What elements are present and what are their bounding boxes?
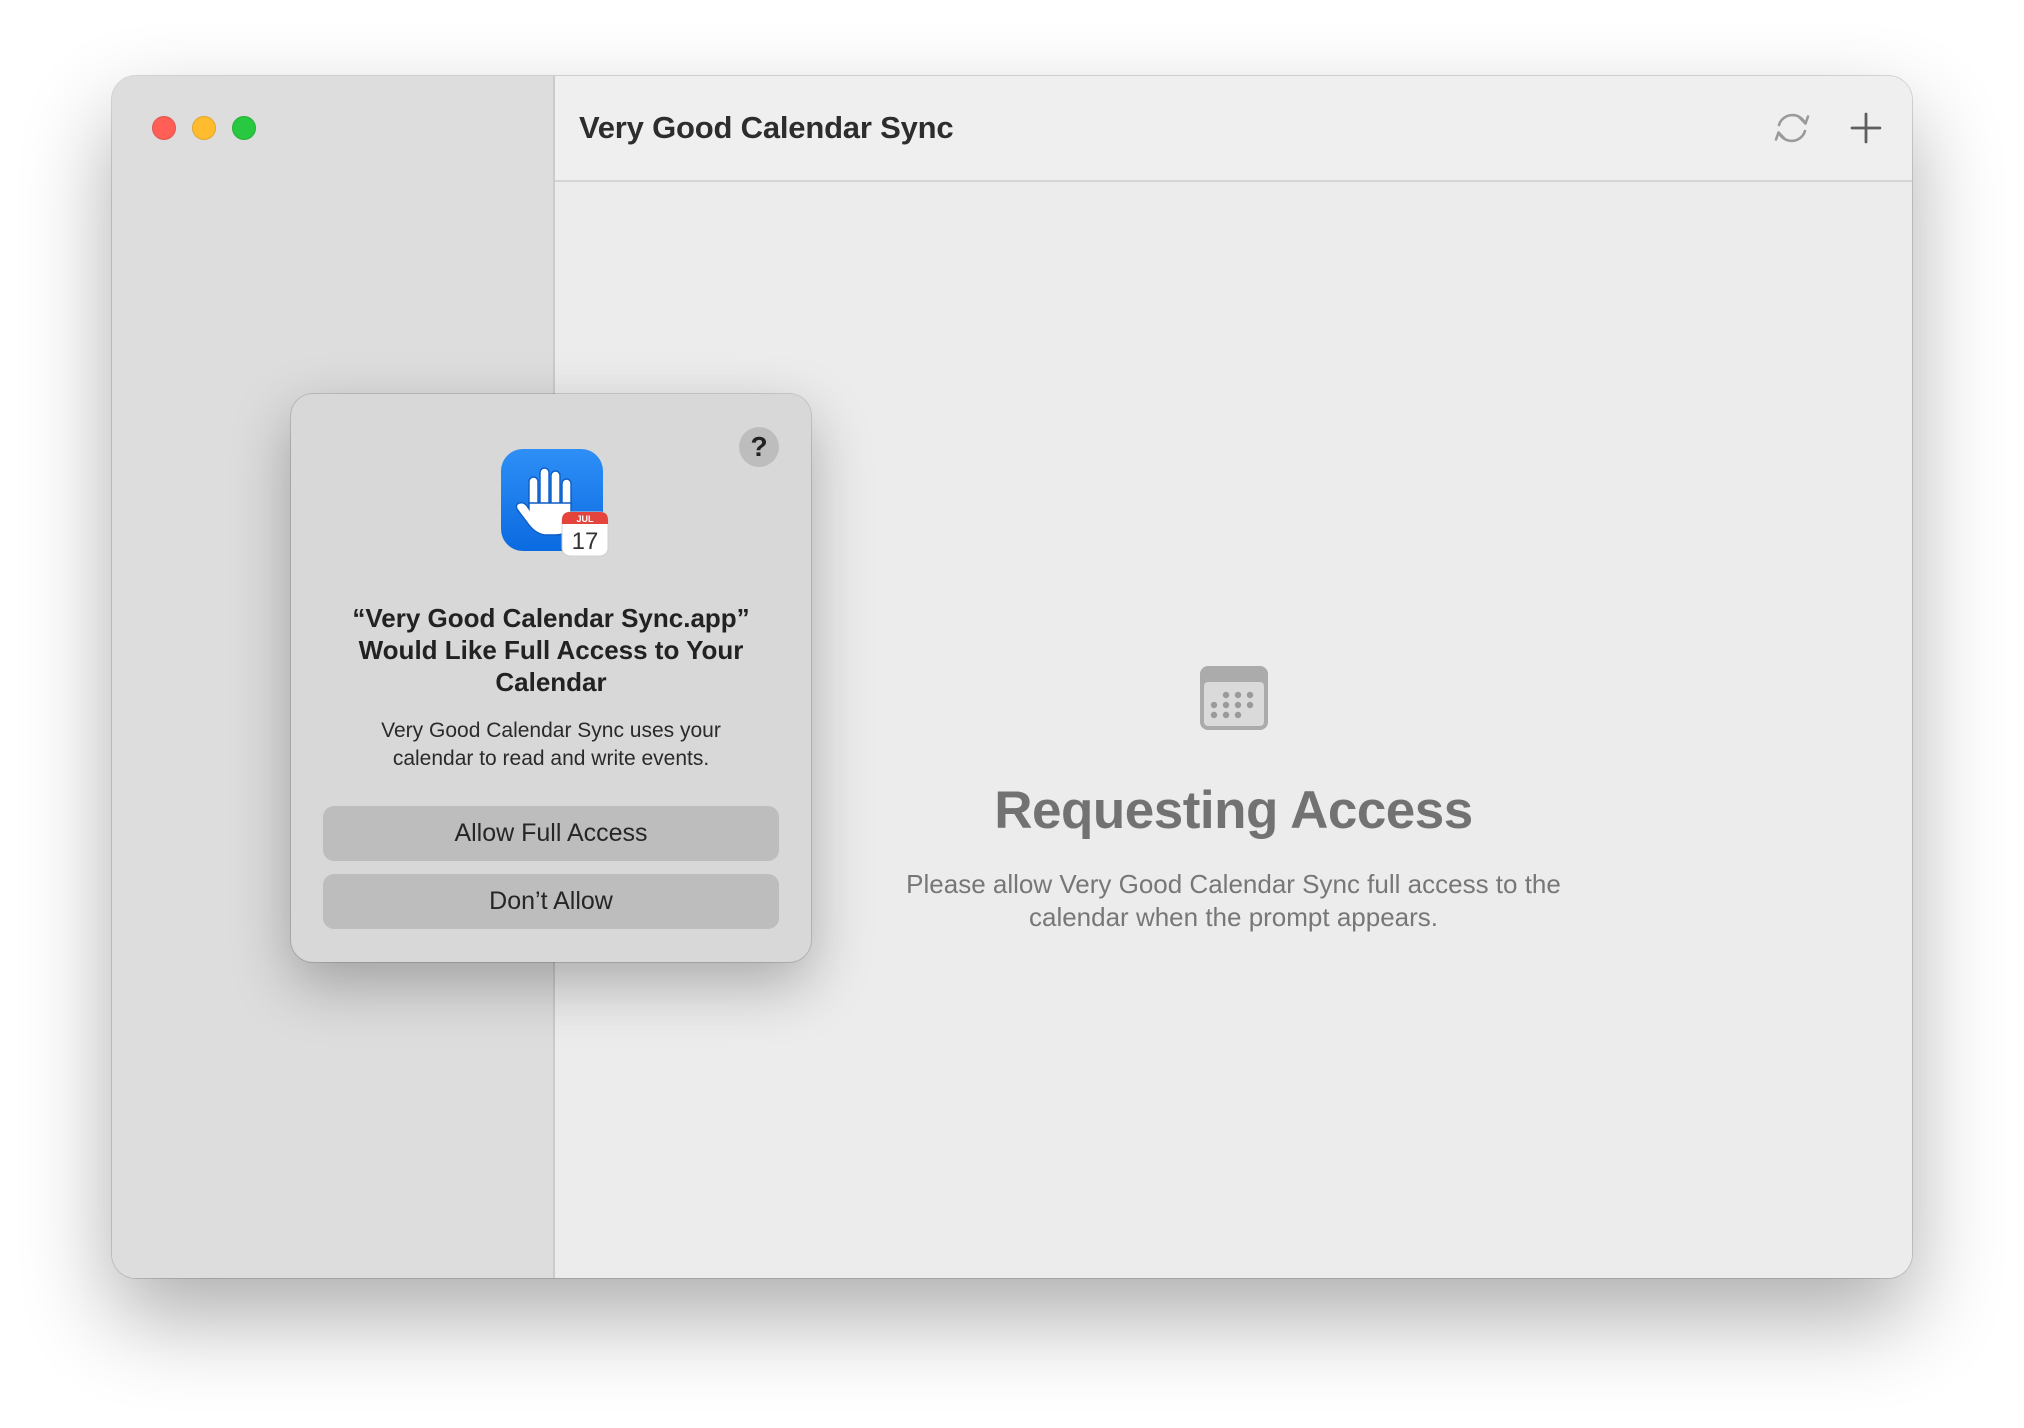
dialog-title-line: Would Like Full Access to Your bbox=[358, 635, 744, 665]
allow-full-access-button[interactable]: Allow Full Access bbox=[323, 806, 779, 861]
badge-month-label: JUL bbox=[576, 514, 594, 524]
minimize-window-button[interactable] bbox=[192, 116, 216, 140]
dont-allow-button[interactable]: Don’t Allow bbox=[323, 874, 779, 929]
dialog-message-line: Very Good Calendar Sync uses your bbox=[381, 719, 721, 742]
plus-icon bbox=[1850, 112, 1882, 144]
arrow-sync-icon bbox=[1774, 113, 1810, 143]
calendar-permission-dialog: ? JUL 17 “Very Good Calendar Sync.app” W… bbox=[291, 394, 811, 962]
toolbar: Very Good Calendar Sync bbox=[555, 76, 1912, 182]
close-window-button[interactable] bbox=[152, 116, 176, 140]
window-controls bbox=[152, 116, 256, 140]
add-button[interactable] bbox=[1840, 102, 1892, 154]
help-button[interactable]: ? bbox=[739, 427, 779, 467]
badge-day-label: 17 bbox=[572, 528, 599, 555]
zoom-window-button[interactable] bbox=[232, 116, 256, 140]
calendar-icon bbox=[1200, 666, 1268, 730]
dialog-title: “Very Good Calendar Sync.app” Would Like… bbox=[311, 602, 791, 698]
dialog-message-line: calendar to read and write events. bbox=[392, 747, 710, 770]
dialog-title-line: Calendar bbox=[495, 667, 607, 697]
sync-button[interactable] bbox=[1766, 102, 1818, 154]
dialog-title-line: “Very Good Calendar Sync.app” bbox=[352, 603, 750, 633]
hand-raised-calendar-icon: JUL 17 bbox=[501, 449, 609, 557]
dialog-message: Very Good Calendar Sync uses your calend… bbox=[311, 717, 791, 773]
window-title: Very Good Calendar Sync bbox=[579, 110, 954, 145]
